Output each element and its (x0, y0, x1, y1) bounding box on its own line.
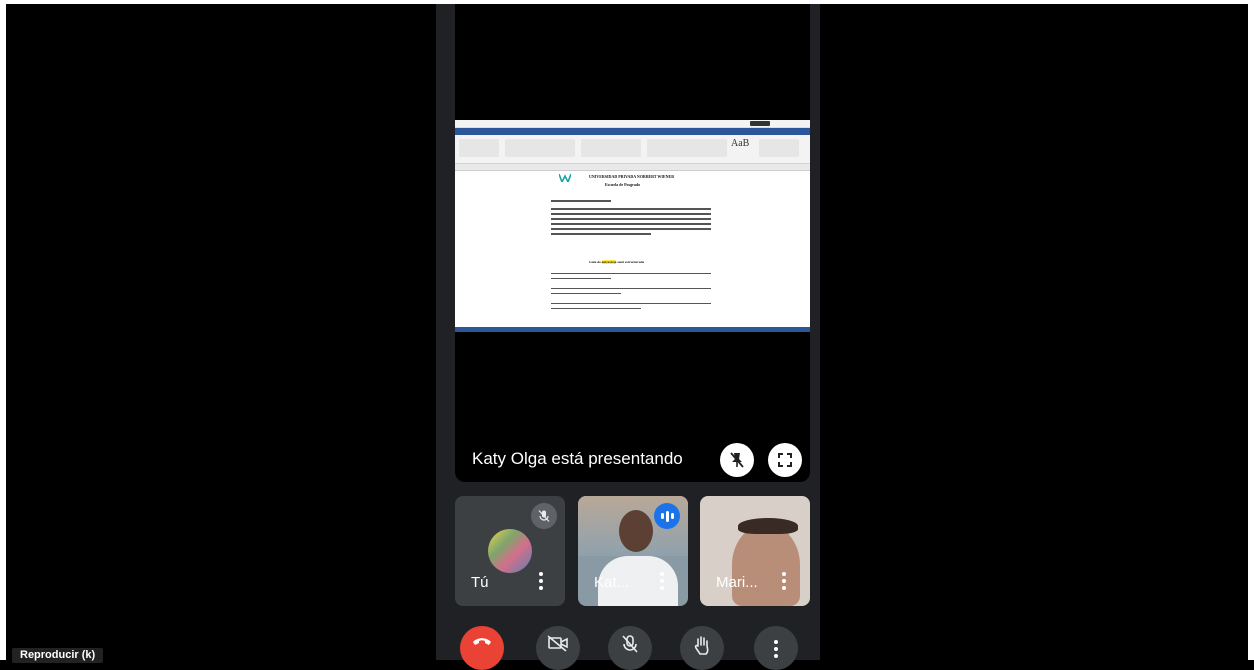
university-logo-icon (559, 174, 571, 182)
word-ribbon-tabs (455, 128, 810, 135)
text-line (551, 200, 611, 202)
participant-menu-button[interactable] (660, 572, 664, 593)
presentation-stage[interactable]: AaB UNIVERSIDAD PRIVADA NORBERT WIENER E… (455, 4, 810, 482)
muted-badge (531, 503, 557, 529)
word-title-bar (455, 120, 810, 128)
text-line (551, 303, 711, 304)
participant-name: Tú (471, 574, 489, 591)
presenting-label: Katy Olga está presentando (472, 449, 683, 468)
ribbon-font-group (505, 139, 575, 157)
camera-off-icon (547, 635, 568, 652)
mic-toggle-button[interactable] (608, 626, 652, 670)
ribbon-editing-group (759, 139, 799, 157)
text-line (551, 278, 611, 279)
text-line (551, 233, 651, 235)
text-line (551, 208, 711, 210)
more-options-button[interactable] (754, 626, 798, 670)
mic-off-icon (538, 510, 550, 522)
hand-icon (694, 636, 709, 655)
fullscreen-button[interactable] (768, 443, 802, 477)
call-end-icon (473, 638, 491, 645)
text-line (551, 293, 621, 294)
frame-right-border (1248, 0, 1254, 660)
participant-name: Mari... (716, 574, 758, 591)
video-face (619, 510, 653, 552)
text-line (551, 273, 711, 274)
unpin-button[interactable] (720, 443, 754, 477)
frame-left-border (0, 0, 6, 660)
text-line (551, 223, 711, 225)
text-line (551, 308, 641, 309)
word-signin-button (750, 121, 770, 126)
video-hair (738, 518, 798, 534)
play-tooltip: Reproducir (k) (12, 648, 104, 663)
text-line (551, 218, 711, 220)
school-name: Escuela de Posgrado (605, 182, 641, 187)
end-call-button[interactable] (460, 626, 504, 670)
ribbon-style-sample: AaB (731, 138, 750, 149)
participant-name: Kat... (594, 574, 630, 591)
ribbon-styles-group (647, 139, 727, 157)
text-line (551, 228, 711, 230)
word-ribbon: AaB (455, 135, 810, 164)
camera-toggle-button[interactable] (536, 626, 580, 670)
fullscreen-icon (778, 453, 792, 467)
guide-title: Guía de entrevista semi estructurada (589, 260, 645, 264)
more-vert-icon (774, 640, 778, 661)
participant-menu-button[interactable] (539, 572, 543, 593)
speaking-indicator-icon (654, 503, 680, 529)
text-line (551, 213, 711, 215)
ribbon-clipboard-group (459, 139, 499, 157)
raise-hand-button[interactable] (680, 626, 724, 670)
word-status-bar (455, 327, 810, 332)
university-name: UNIVERSIDAD PRIVADA NORBERT WIENER (589, 174, 675, 179)
mic-off-icon (622, 635, 638, 653)
avatar (488, 529, 532, 573)
shared-word-document: AaB UNIVERSIDAD PRIVADA NORBERT WIENER E… (455, 120, 810, 332)
text-line (551, 288, 711, 289)
video-face (732, 524, 800, 606)
participant-menu-button[interactable] (782, 572, 786, 593)
ribbon-paragraph-group (581, 139, 641, 157)
word-ruler (455, 164, 810, 171)
unpin-icon (730, 452, 744, 468)
